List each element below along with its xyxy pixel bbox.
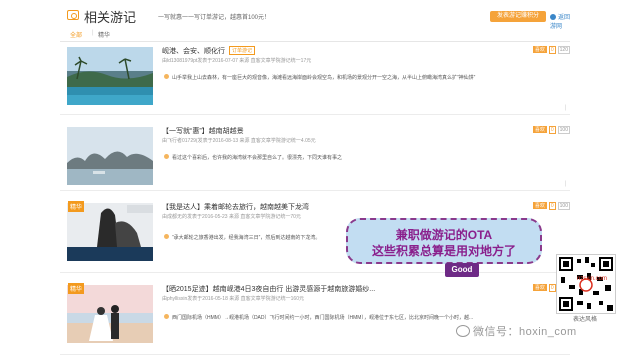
annotation-line-2: 这些积累总算是用对地方了 — [371, 244, 516, 258]
section-header: 相关游记 一写就惠一一写订单游记，越惠首100元！ 发表游记赚积分 返回游网 — [60, 4, 570, 30]
comment-count[interactable]: 0 — [548, 202, 556, 210]
card-meta: 由飞行者01729(发表于2016-08-13 来源 直客文章学院游记统一4.0… — [162, 138, 316, 144]
qr-code — [556, 254, 616, 314]
travel-photo[interactable] — [67, 127, 153, 185]
card-meta: 由phyllisxin发表于2016-05-18 来源 直客文章学院游记统一16… — [162, 296, 304, 302]
like-count[interactable]: 喜欢 — [532, 46, 547, 53]
comment-count[interactable]: 0 — [548, 284, 556, 292]
view-count: 100 — [557, 202, 570, 210]
card-excerpt: 山手举我上山去森林，有一座巨大的观音像，海滩看远海岸面岭会观空鸟，和机场的景观分… — [164, 74, 475, 81]
tab-all[interactable]: 全部 — [70, 30, 82, 39]
comment-count[interactable]: 0 — [548, 126, 556, 134]
card-stats: 喜欢0100 — [532, 126, 570, 134]
card-title[interactable]: 【一写就“惠”】越南胡越景 — [162, 126, 244, 136]
wechat-id: 微信号：hoxin_com — [456, 323, 577, 339]
section-subtitle: 一写就惠一一写订单游记，越惠首100元！ — [158, 15, 271, 21]
order-travelogue-tag: 订单游记 — [229, 46, 256, 55]
card-title[interactable]: 岘港、会安、顺化行 订单游记 — [162, 46, 256, 56]
like-count[interactable]: 喜欢 — [532, 126, 547, 133]
tab-essence[interactable]: 精华 — [98, 30, 110, 39]
card-stats: 喜欢0100 — [532, 202, 570, 210]
like-count[interactable]: 喜欢 — [532, 202, 547, 209]
list-item[interactable]: 【一写就“惠”】越南胡越景 由飞行者01729(发表于2016-08-13 来源… — [60, 124, 570, 191]
card-stats: 喜欢 0 120 — [532, 46, 570, 54]
card-excerpt: “承大邮轮之旅香港出发，经我海湾三日”，然后到达越南的下龙湾。 — [164, 234, 320, 241]
travel-photo[interactable] — [67, 47, 153, 105]
like-count[interactable]: 喜欢 — [532, 284, 547, 291]
card-excerpt: 西门国际机场（HMM）→岘港机场（DAD）飞行时间约一小时，西门国际机场（HMM… — [164, 314, 473, 321]
comment-count[interactable]: 0 — [548, 46, 556, 54]
annotation-line-1: 兼职做游记的OTA — [395, 228, 493, 242]
publish-travelogue-button[interactable]: 发表游记赚积分 — [490, 11, 546, 22]
watermark-text: nzsxin.com — [577, 276, 608, 282]
camera-icon — [67, 10, 79, 20]
essence-badge: 精华 — [68, 283, 85, 294]
qr-label: 表达风格 — [572, 317, 597, 323]
view-count: 120 — [557, 46, 570, 54]
card-title[interactable]: 【晒2015足迹】越南岘港4日3夜自由行 出游灵感源于越南旅游婚纱... — [162, 284, 375, 294]
annotation-bubble: 兼职做游记的OTA 这些积累总算是用对地方了 — [346, 218, 542, 264]
list-item[interactable]: 精华 【晒2015足迹】越南岘港4日3夜自由行 出游灵感源于越南旅游婚纱... … — [60, 282, 570, 355]
card-meta: 由成都无的发表于2016-05-23 来源 直客文章学院游记统一70元 — [162, 214, 301, 220]
card-excerpt: 看过这个喜彩后，也许我的海湾就不会那里自么了。很漂亮，下同天谁有事之 — [164, 154, 342, 161]
more-arrow-icon[interactable]: | — [564, 105, 566, 111]
essence-badge: 精华 — [68, 201, 85, 212]
section-title: 相关游记 — [84, 10, 137, 25]
tab-separator: | — [92, 30, 94, 36]
more-arrow-icon[interactable]: | — [564, 181, 566, 187]
list-item[interactable]: 岘港、会安、顺化行 订单游记 由ld13081979pt发表于2016-07-07… — [60, 44, 570, 115]
view-count: 100 — [557, 126, 570, 134]
wechat-icon — [456, 325, 470, 337]
filter-tabs: 全部 | 精华 — [60, 27, 570, 42]
good-label: Good — [445, 263, 479, 277]
card-meta: 由ld13081979pt发表于2016-07-07 来源 直客文章学院游记统一… — [162, 58, 312, 64]
card-title[interactable]: 【我是达人】乘着邮轮去旅行，越南越美下龙湾 — [162, 202, 309, 212]
